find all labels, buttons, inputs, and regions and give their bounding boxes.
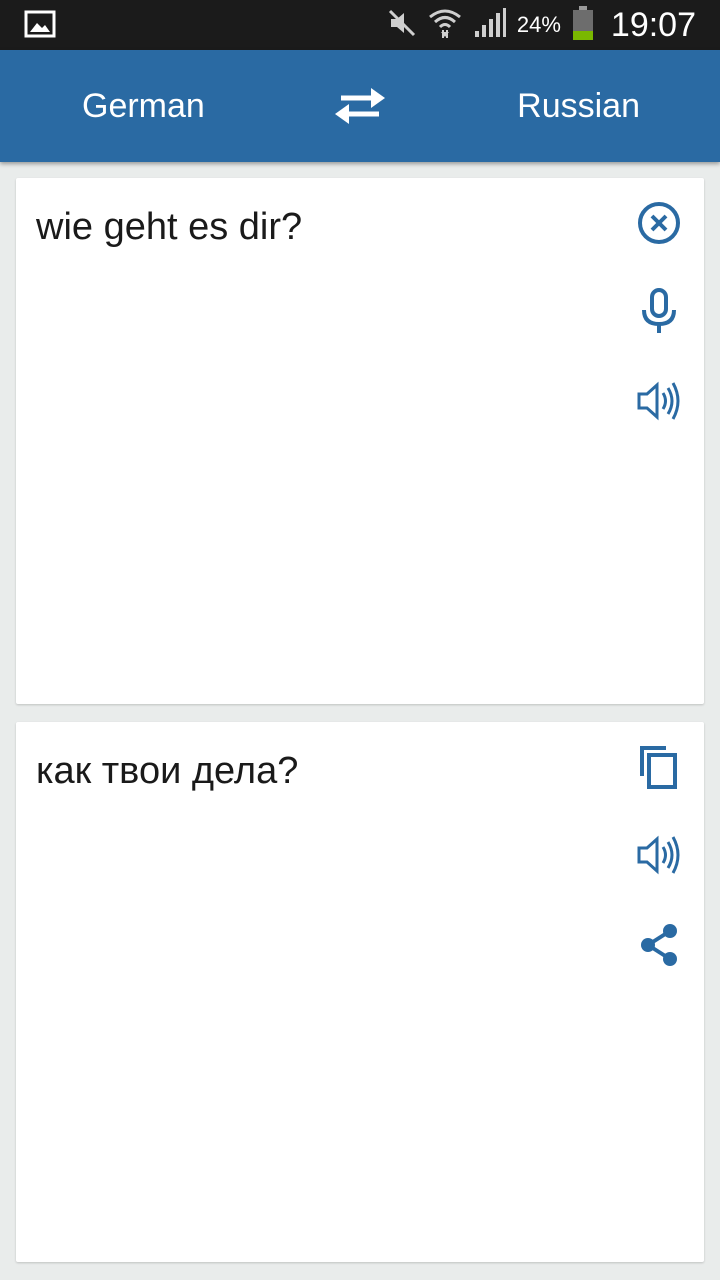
copy-icon[interactable] — [636, 744, 682, 790]
speaker-icon[interactable] — [636, 832, 682, 878]
language-bar: German Russian — [0, 50, 720, 162]
clear-icon[interactable] — [636, 200, 682, 246]
mute-icon — [387, 8, 417, 43]
signal-icon — [473, 7, 507, 44]
gallery-icon — [24, 10, 56, 43]
source-language-button[interactable]: German — [82, 50, 205, 162]
speaker-icon[interactable] — [636, 378, 682, 424]
wifi-icon — [427, 5, 463, 46]
status-bar: 24% 19:07 — [0, 0, 720, 50]
battery-percent: 24% — [516, 12, 561, 37]
share-icon[interactable] — [636, 922, 682, 968]
output-card: как твои дела? — [16, 722, 704, 1262]
swap-arrows-icon[interactable] — [333, 86, 387, 126]
clock: 19:07 — [610, 5, 696, 44]
input-card: wie geht es dir? — [16, 178, 704, 704]
battery-icon — [571, 5, 595, 46]
translation-text: как твои дела? — [36, 750, 299, 792]
input-text-field[interactable]: wie geht es dir? — [36, 206, 596, 249]
target-language-button[interactable]: Russian — [517, 50, 640, 162]
microphone-icon[interactable] — [636, 288, 682, 334]
